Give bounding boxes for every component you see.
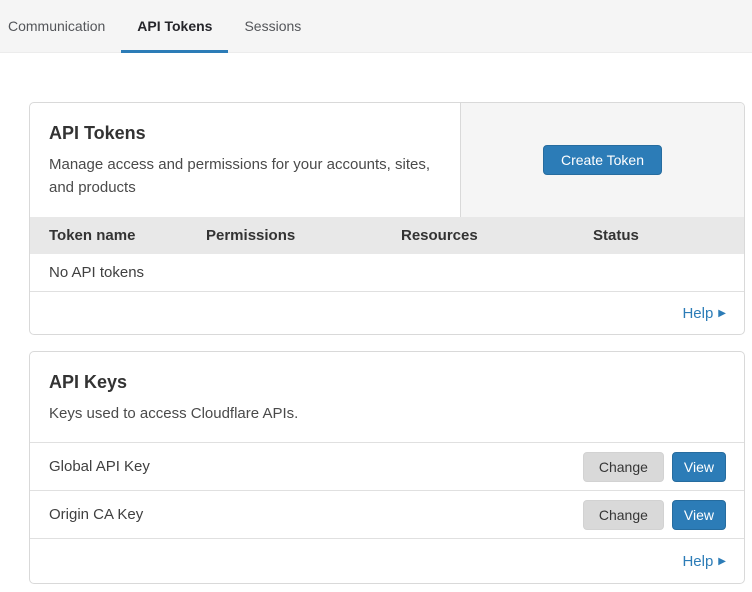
api-tokens-card-footer: Help ▶	[30, 292, 744, 334]
api-tokens-card-header: API Tokens Manage access and permissions…	[30, 103, 744, 217]
global-api-key-change-button[interactable]: Change	[583, 452, 664, 482]
tab-communication[interactable]: Communication	[8, 0, 121, 52]
api-tokens-description: Manage access and permissions for your a…	[49, 153, 440, 199]
global-api-key-row: Global API Key Change View	[30, 442, 744, 490]
api-tokens-card-header-text: API Tokens Manage access and permissions…	[30, 103, 460, 217]
api-keys-description: Keys used to access Cloudflare APIs.	[49, 402, 441, 425]
tokens-table-header-permissions: Permissions	[206, 227, 401, 244]
api-tokens-help-link[interactable]: Help ▶	[682, 305, 726, 322]
help-link-label: Help	[682, 305, 713, 322]
help-arrow-icon: ▶	[718, 557, 726, 567]
page-content: API Tokens Manage access and permissions…	[0, 53, 752, 584]
origin-ca-key-row: Origin CA Key Change View	[30, 490, 744, 538]
api-keys-title: API Keys	[49, 372, 724, 393]
global-api-key-label: Global API Key	[49, 458, 150, 475]
tab-api-tokens[interactable]: API Tokens	[121, 0, 228, 52]
origin-ca-key-change-button[interactable]: Change	[583, 500, 664, 530]
help-link-label: Help	[682, 553, 713, 570]
origin-ca-key-view-button[interactable]: View	[672, 500, 726, 530]
api-keys-help-link[interactable]: Help ▶	[682, 553, 726, 570]
create-token-button[interactable]: Create Token	[543, 145, 662, 175]
api-tokens-card-action-area: Create Token	[460, 103, 744, 217]
api-tokens-card: API Tokens Manage access and permissions…	[29, 102, 745, 335]
tab-bar: Communication API Tokens Sessions	[0, 0, 752, 53]
api-keys-card-header: API Keys Keys used to access Cloudflare …	[30, 352, 744, 442]
global-api-key-actions: Change View	[583, 452, 726, 482]
api-tokens-title: API Tokens	[49, 123, 440, 144]
tokens-empty-message: No API tokens	[49, 264, 144, 281]
help-arrow-icon: ▶	[718, 309, 726, 319]
tokens-table-empty-row: No API tokens	[30, 254, 744, 292]
tokens-table-header-resources: Resources	[401, 227, 593, 244]
origin-ca-key-label: Origin CA Key	[49, 506, 143, 523]
global-api-key-view-button[interactable]: View	[672, 452, 726, 482]
api-keys-card: API Keys Keys used to access Cloudflare …	[29, 351, 745, 584]
api-keys-card-footer: Help ▶	[30, 538, 744, 583]
tab-sessions[interactable]: Sessions	[228, 0, 317, 52]
tokens-table-header: Token name Permissions Resources Status	[30, 217, 744, 254]
origin-ca-key-actions: Change View	[583, 500, 726, 530]
tokens-table-header-status: Status	[593, 227, 744, 244]
tokens-table-header-token-name: Token name	[49, 227, 206, 244]
